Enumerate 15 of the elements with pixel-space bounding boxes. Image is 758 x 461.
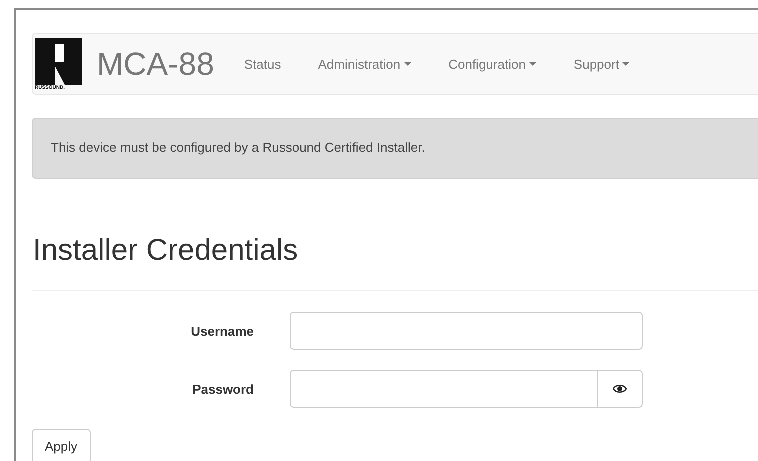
field-label: Password [192, 382, 255, 396]
field-label: Username [190, 324, 255, 338]
password-field[interactable] [290, 370, 598, 408]
nav-link[interactable]: Administration [318, 56, 412, 72]
logo-icon [35, 38, 82, 84]
show-password-button[interactable] [598, 370, 643, 408]
apply-button[interactable]: Apply [32, 429, 91, 461]
username-field[interactable] [290, 312, 643, 350]
eye-icon [613, 384, 627, 394]
nav-link[interactable]: Configuration [448, 56, 537, 72]
nav-link[interactable]: Support [574, 56, 630, 72]
alert-message: This device must be configured by a Russound Certified Installer. [51, 140, 426, 155]
page-heading: Installer Credentials [33, 234, 300, 268]
nav-link[interactable]: Status [244, 56, 282, 72]
brand-title: MCA-88 [97, 46, 214, 82]
